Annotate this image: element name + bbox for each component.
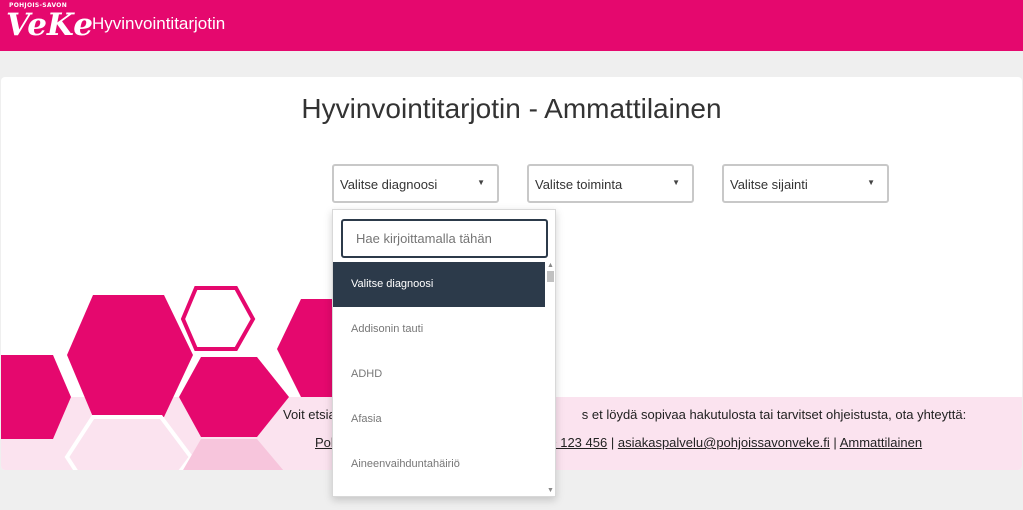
diagnosis-select-label: Valitse diagnoosi bbox=[340, 177, 438, 192]
scroll-up-icon[interactable]: ▲ bbox=[547, 262, 554, 269]
dropdown-options: Valitse diagnoosi Addisonin tauti ADHD A… bbox=[333, 262, 545, 487]
diagnosis-dropdown: Valitse diagnoosi Addisonin tauti ADHD A… bbox=[332, 209, 556, 497]
dropdown-search-input[interactable] bbox=[341, 219, 548, 258]
scroll-down-icon[interactable]: ▼ bbox=[547, 487, 554, 494]
dropdown-option[interactable]: Afasia bbox=[333, 397, 545, 442]
top-bar: POHJOIS-SAVON VeKe Hyvinvointitarjotin bbox=[0, 0, 1023, 51]
help-text-start: Voit etsia bbox=[283, 407, 336, 422]
location-select-label: Valitse sijainti bbox=[730, 177, 808, 192]
dropdown-option[interactable]: Addisonin tauti bbox=[333, 307, 545, 352]
professional-link[interactable]: Ammattilainen bbox=[840, 435, 922, 450]
dropdown-option[interactable]: Aineenvaihduntahäiriö bbox=[333, 442, 545, 487]
scroll-thumb[interactable] bbox=[547, 271, 554, 282]
logo-wordmark: VeKe bbox=[6, 7, 93, 43]
page-title: Hyvinvointitarjotin - Ammattilainen bbox=[301, 93, 722, 124]
activity-select[interactable]: Valitse toiminta ▼ bbox=[527, 164, 694, 203]
location-select[interactable]: Valitse sijainti ▼ bbox=[722, 164, 889, 203]
help-text-end: s et löydä sopivaa hakutulosta tai tarvi… bbox=[581, 407, 967, 422]
chevron-down-icon: ▼ bbox=[867, 178, 875, 187]
chevron-down-icon: ▼ bbox=[672, 178, 680, 187]
dropdown-scrollbar[interactable]: ▲ ▼ bbox=[546, 262, 555, 494]
email-link[interactable]: asiakaspalvelu@pohjoissavonveke.fi bbox=[618, 435, 830, 450]
app-title[interactable]: Hyvinvointitarjotin bbox=[92, 14, 225, 34]
dropdown-option[interactable]: ADHD bbox=[333, 352, 545, 397]
veke-logo[interactable]: POHJOIS-SAVON VeKe bbox=[6, 2, 93, 42]
separator: | bbox=[610, 435, 615, 450]
separator: | bbox=[833, 435, 837, 450]
activity-select-label: Valitse toiminta bbox=[535, 177, 623, 192]
diagnosis-select[interactable]: Valitse diagnoosi ▼ bbox=[332, 164, 499, 203]
dropdown-option[interactable]: Valitse diagnoosi bbox=[333, 262, 545, 307]
chevron-down-icon: ▼ bbox=[477, 178, 485, 187]
